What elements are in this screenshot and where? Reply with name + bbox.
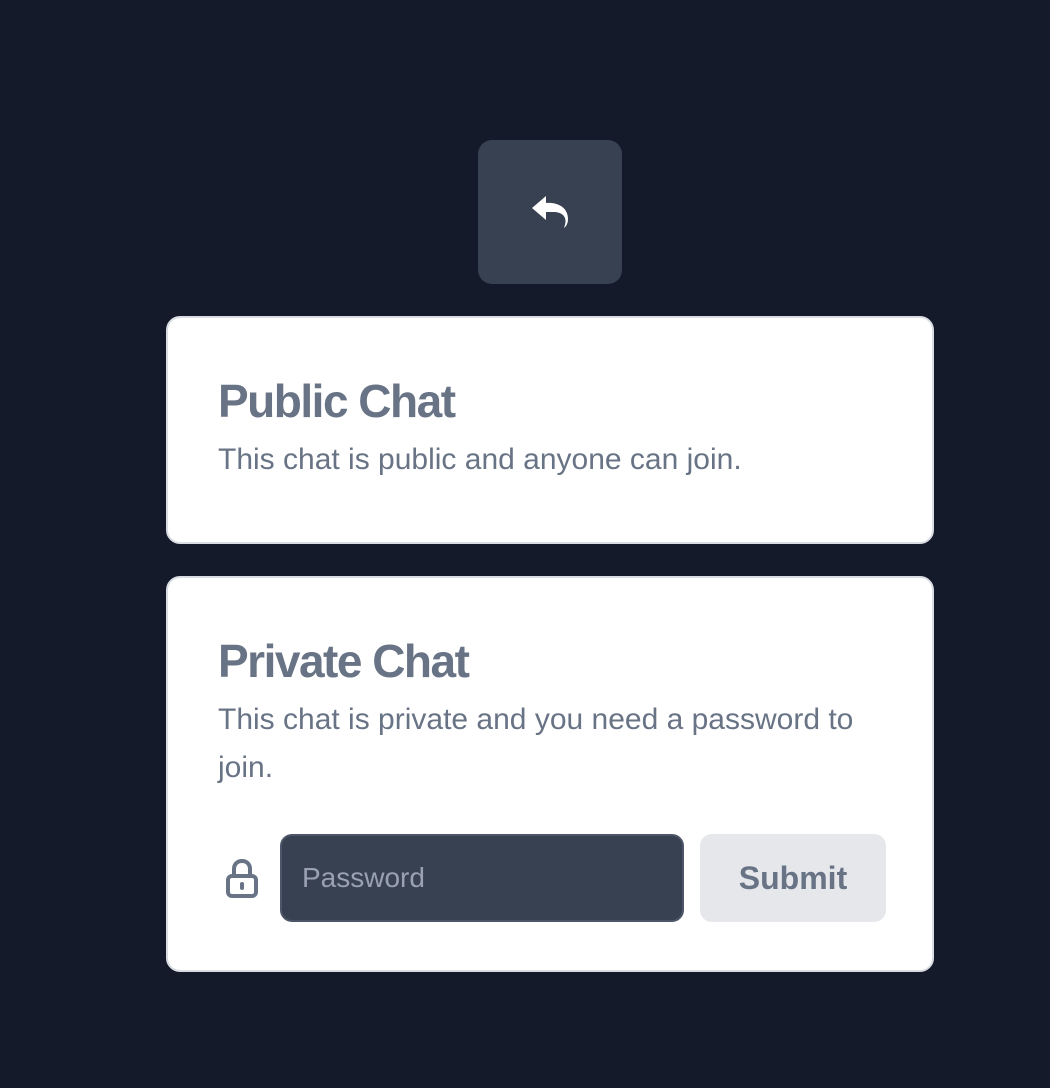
submit-button[interactable]: Submit: [700, 834, 886, 922]
page: Public Chat This chat is public and anyo…: [0, 0, 1050, 1088]
public-chat-title: Public Chat: [218, 375, 456, 427]
reply-arrow-icon: [532, 196, 568, 228]
public-chat-card[interactable]: Public Chat This chat is public and anyo…: [166, 316, 934, 544]
password-row: Submit: [218, 834, 886, 922]
password-input[interactable]: [280, 834, 684, 922]
private-chat-card: Private Chat This chat is private and yo…: [166, 576, 934, 972]
back-button[interactable]: [478, 140, 622, 284]
public-chat-description: This chat is public and anyone can join.: [218, 443, 742, 476]
lock-icon: [226, 858, 258, 898]
private-chat-title: Private Chat: [218, 635, 470, 687]
private-chat-description: This chat is private and you need a pass…: [218, 703, 854, 784]
